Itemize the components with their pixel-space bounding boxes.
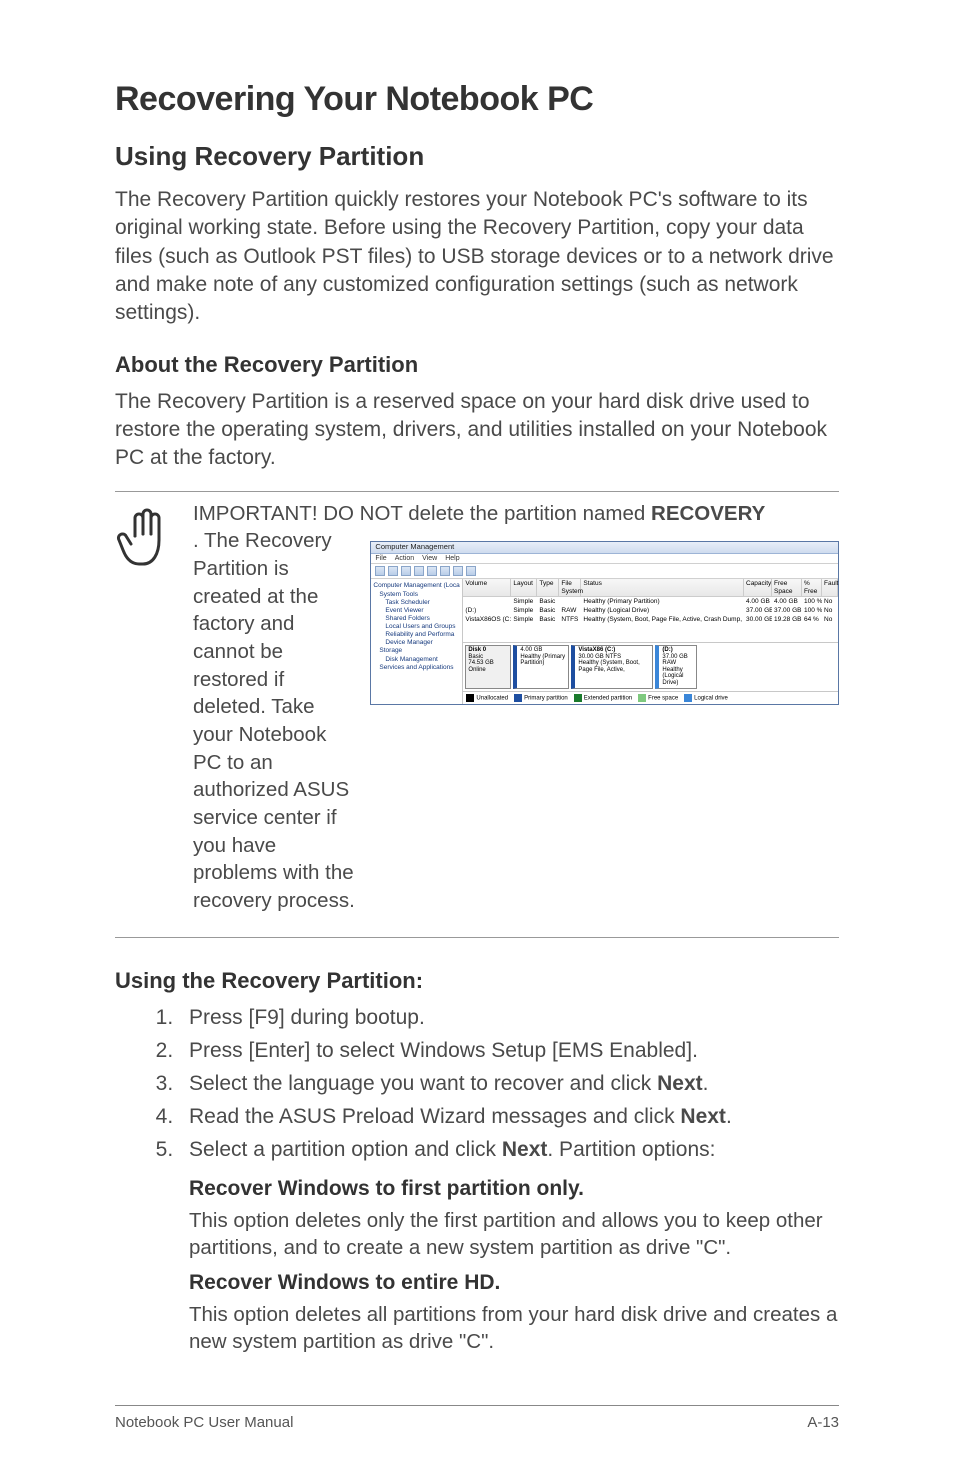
option-entire-hd-title: Recover Windows to entire HD. [189, 1271, 839, 1295]
hand-stop-icon [115, 504, 175, 579]
step-1: Press [F9] during bootup. [179, 1004, 839, 1033]
dm-titlebar: Computer Management [371, 542, 838, 553]
section-about-recovery-body: The Recovery Partition is a reserved spa… [115, 388, 839, 473]
important-note-line1: IMPORTANT! DO NOT delete the partition n… [193, 500, 839, 528]
dm-tree: Computer Management (Local) System Tools… [371, 579, 463, 703]
dm-toolbar [371, 564, 838, 579]
toolbar-fwd-icon [388, 566, 398, 576]
page-footer: Notebook PC User Manual A-13 [115, 1405, 839, 1431]
page-title: Recovering Your Notebook PC [115, 80, 839, 119]
important-note: IMPORTANT! DO NOT delete the partition n… [115, 491, 839, 938]
option-entire-hd-body: This option deletes all partitions from … [189, 1301, 839, 1355]
important-note-rest: . The Recovery Partition is created at t… [193, 527, 356, 914]
toolbar-more-icon [466, 566, 476, 576]
toolbar-help-icon [440, 566, 450, 576]
toolbar-refresh-icon [414, 566, 424, 576]
step-2: Press [Enter] to select Windows Setup [E… [179, 1037, 839, 1066]
option-first-partition-body: This option deletes only the first parti… [189, 1207, 839, 1261]
toolbar-view-icon [453, 566, 463, 576]
table-row: (D:)SimpleBasicRAWHealthy (Logical Drive… [463, 606, 838, 615]
option-first-partition-title: Recover Windows to first partition only. [189, 1177, 839, 1201]
section-using-recovery-body: The Recovery Partition quickly restores … [115, 186, 839, 328]
section-using-steps: Using the Recovery Partition: [115, 968, 839, 994]
footer-manual-name: Notebook PC User Manual [115, 1414, 293, 1431]
dm-table-header: Volume Layout Type File System Status Ca… [463, 579, 838, 596]
step-5: Select a partition option and click Next… [179, 1136, 839, 1165]
disk-management-screenshot: Computer Management FileActionViewHelp [370, 541, 839, 704]
section-using-recovery: Using Recovery Partition [115, 141, 839, 172]
dm-disk-graphic: Disk 0 Basic 74.53 GB Online 4.00 GB Hea… [463, 642, 838, 691]
table-row: SimpleBasicHealthy (Primary Partition)4.… [463, 597, 838, 606]
step-3: Select the language you want to recover … [179, 1070, 839, 1099]
steps-list: Press [F9] during bootup. Press [Enter] … [115, 1004, 839, 1165]
dm-legend: Unallocated Primary partition Extended p… [463, 691, 838, 704]
section-about-recovery: About the Recovery Partition [115, 352, 839, 378]
toolbar-prop-icon [401, 566, 411, 576]
toolbar-delete-icon [427, 566, 437, 576]
toolbar-back-icon [375, 566, 385, 576]
step-4: Read the ASUS Preload Wizard messages an… [179, 1103, 839, 1132]
dm-menubar: FileActionViewHelp [371, 554, 838, 565]
footer-page-number: A-13 [807, 1414, 839, 1431]
table-row: VistaX86OS (C:)SimpleBasicNTFSHealthy (S… [463, 615, 838, 624]
